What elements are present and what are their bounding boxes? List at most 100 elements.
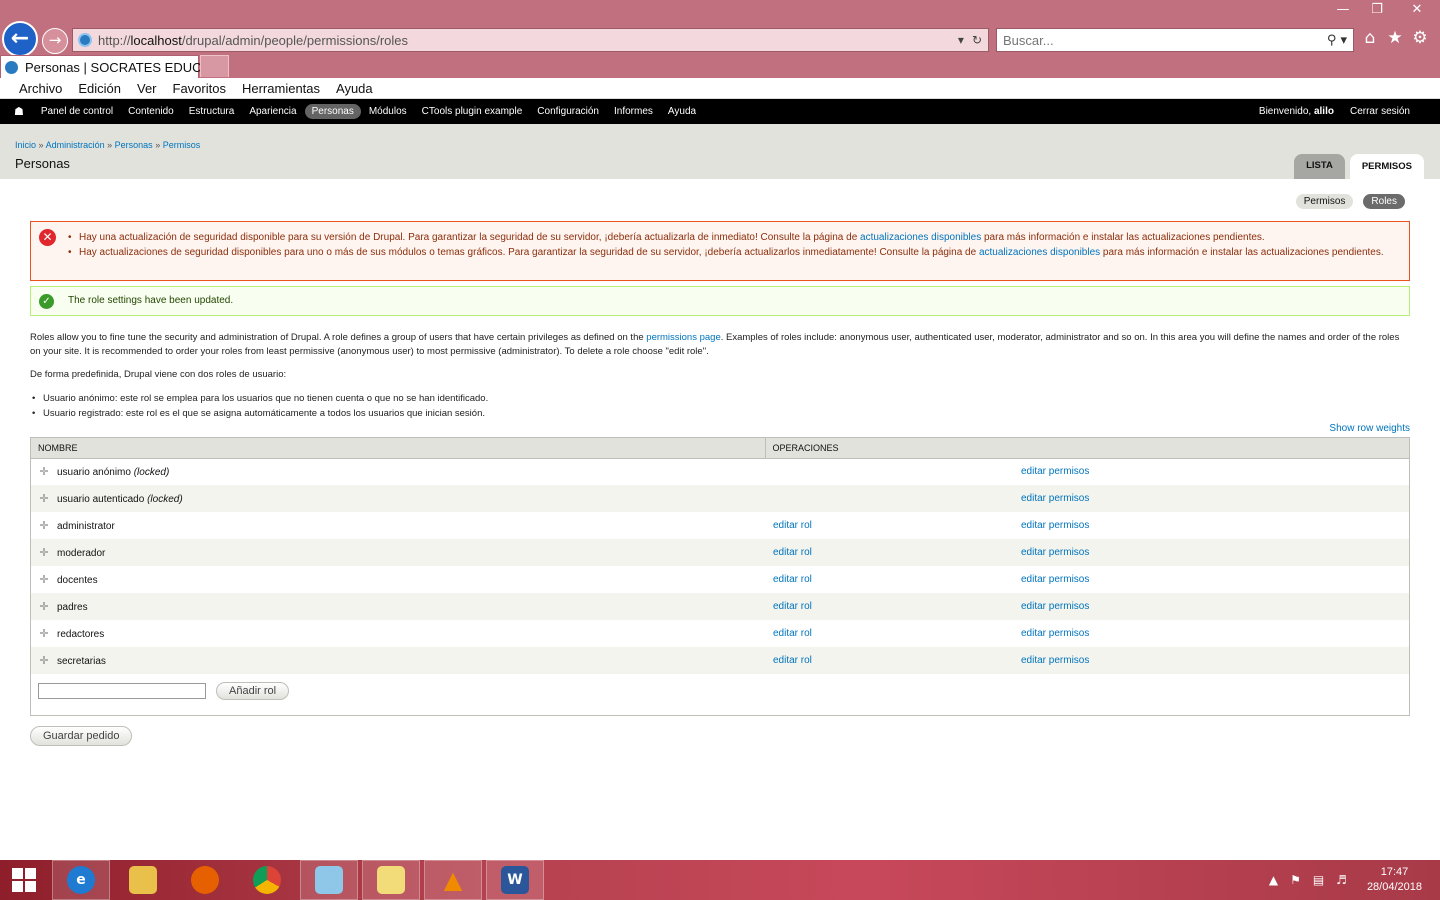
edit-permissions-link[interactable]: editar permisos — [1021, 493, 1089, 504]
minimize-icon[interactable]: — — [1326, 0, 1360, 20]
address-bar[interactable]: http://localhost/drupal/admin/people/per… — [72, 28, 989, 52]
logout-link[interactable]: Cerrar sesión — [1350, 106, 1410, 117]
subtab-roles[interactable]: Roles — [1363, 194, 1405, 209]
address-url[interactable]: http://localhost/drupal/admin/people/per… — [98, 33, 958, 48]
close-window-icon[interactable]: ✕ — [1394, 0, 1440, 20]
menu-favoritos[interactable]: Favoritos — [173, 81, 226, 96]
available-updates-link[interactable]: actualizaciones disponibles — [979, 247, 1100, 258]
toolbar-item-content[interactable]: Contenido — [121, 104, 181, 119]
table-row: ✛ secretarias editar rol editar permisos — [31, 647, 1409, 674]
edit-permissions-link[interactable]: editar permisos — [1021, 466, 1089, 477]
edit-role-link[interactable]: editar rol — [773, 547, 812, 558]
role-name-cell: ✛ padres — [31, 593, 765, 620]
windows-logo-icon — [12, 868, 36, 892]
toolbar-item-appearance[interactable]: Apariencia — [242, 104, 303, 119]
menu-archivo[interactable]: Archivo — [19, 81, 62, 96]
toolbar-home-icon[interactable]: ☗ — [14, 105, 24, 118]
permissions-page-link[interactable]: permissions page — [646, 332, 720, 343]
start-button[interactable] — [0, 860, 48, 900]
network-icon[interactable]: ▤ — [1313, 873, 1324, 887]
admin-toolbar: ☗ Panel de control Contenido Estructura … — [0, 99, 1440, 124]
edit-role-link[interactable]: editar rol — [773, 574, 812, 585]
refresh-icon[interactable]: ↻ — [972, 33, 982, 47]
show-row-weights-link[interactable]: Show row weights — [1329, 423, 1410, 434]
search-input[interactable] — [1003, 32, 1321, 48]
drag-handle-icon[interactable]: ✛ — [39, 465, 49, 478]
breadcrumb-permisos[interactable]: Permisos — [163, 140, 201, 150]
restore-icon[interactable]: ❐ — [1360, 0, 1394, 20]
menu-ver[interactable]: Ver — [137, 81, 157, 96]
primary-tabs: LISTA PERMISOS — [1294, 154, 1424, 179]
drag-handle-icon[interactable]: ✛ — [39, 546, 49, 559]
show-hidden-icons-icon[interactable]: ▲ — [1269, 873, 1278, 887]
tab-lista[interactable]: LISTA — [1294, 154, 1345, 179]
new-role-name-input[interactable] — [38, 683, 206, 699]
favorites-star-icon[interactable]: ★ — [1387, 28, 1403, 48]
save-order-button[interactable]: Guardar pedido — [30, 726, 133, 746]
drag-handle-icon[interactable]: ✛ — [39, 600, 49, 613]
toolbar-item-modules[interactable]: Módulos — [362, 104, 414, 119]
edit-permissions-link[interactable]: editar permisos — [1021, 547, 1089, 558]
clock[interactable]: 17:47 28/04/2018 — [1367, 865, 1422, 895]
search-icon[interactable]: ⚲ ▾ — [1321, 33, 1353, 48]
dropdown-icon[interactable]: ▾ — [958, 33, 964, 47]
table-row: ✛ moderador editar rol editar permisos — [31, 539, 1409, 566]
drag-handle-icon[interactable]: ✛ — [39, 627, 49, 640]
help-text: Roles allow you to fine tune the securit… — [30, 332, 1400, 357]
taskbar-folder[interactable] — [362, 860, 420, 900]
edit-permissions-link[interactable]: editar permisos — [1021, 574, 1089, 585]
toolbar-item-reports[interactable]: Informes — [607, 104, 660, 119]
status-text: The role settings have been updated. — [68, 295, 234, 306]
available-updates-link[interactable]: actualizaciones disponibles — [860, 232, 981, 243]
edit-permissions-link[interactable]: editar permisos — [1021, 520, 1089, 531]
back-button[interactable]: ← — [2, 21, 38, 57]
role-name-cell: ✛ docentes — [31, 566, 765, 593]
taskbar-vlc[interactable]: ▲ — [424, 860, 482, 900]
menu-herramientas[interactable]: Herramientas — [242, 81, 320, 96]
edit-role-link[interactable]: editar rol — [773, 601, 812, 612]
taskbar-chrome[interactable] — [238, 860, 296, 900]
breadcrumb-inicio[interactable]: Inicio — [15, 140, 36, 150]
toolbar-item-people[interactable]: Personas — [304, 104, 361, 119]
breadcrumb-personas[interactable]: Personas — [115, 140, 153, 150]
toolbar-item-dashboard[interactable]: Panel de control — [34, 104, 120, 119]
toolbar-item-structure[interactable]: Estructura — [182, 104, 242, 119]
search-box[interactable]: ⚲ ▾ — [996, 28, 1354, 52]
tab-permisos[interactable]: PERMISOS — [1349, 154, 1424, 179]
breadcrumb-administracion[interactable]: Administración — [46, 140, 105, 150]
home-icon[interactable]: ⌂ — [1362, 28, 1378, 48]
action-center-flag-icon[interactable]: ⚑ — [1290, 873, 1301, 887]
taskbar-explorer[interactable] — [114, 860, 172, 900]
edit-permissions-link[interactable]: editar permisos — [1021, 601, 1089, 612]
toolbar-item-help[interactable]: Ayuda — [661, 104, 703, 119]
forward-button[interactable]: → — [42, 28, 68, 54]
add-role-button[interactable]: Añadir rol — [216, 682, 290, 700]
username-link[interactable]: alilo — [1314, 106, 1334, 117]
toolbar-item-ctools[interactable]: CTools plugin example — [415, 104, 530, 119]
toolbar-item-configuration[interactable]: Configuración — [530, 104, 606, 119]
menu-edicion[interactable]: Edición — [78, 81, 121, 96]
checkmark-icon: ✓ — [39, 294, 54, 309]
taskbar-word[interactable]: W — [486, 860, 544, 900]
edit-role-cell: editar rol — [765, 593, 1021, 620]
drag-handle-icon[interactable]: ✛ — [39, 654, 49, 667]
browser-tab[interactable]: Personas | SOCRATES EDUCA ✕ — [0, 55, 222, 78]
edit-role-link[interactable]: editar rol — [773, 520, 812, 531]
edit-role-cell: editar rol — [765, 566, 1021, 593]
role-name: usuario anónimo — [57, 467, 131, 479]
menu-ayuda[interactable]: Ayuda — [336, 81, 373, 96]
taskbar-ie[interactable]: e — [52, 860, 110, 900]
edit-permissions-link[interactable]: editar permisos — [1021, 628, 1089, 639]
new-tab-button[interactable] — [200, 55, 229, 77]
edit-permissions-link[interactable]: editar permisos — [1021, 655, 1089, 666]
drag-handle-icon[interactable]: ✛ — [39, 492, 49, 505]
taskbar-notepad[interactable] — [300, 860, 358, 900]
settings-gear-icon[interactable]: ⚙ — [1412, 28, 1428, 48]
drag-handle-icon[interactable]: ✛ — [39, 573, 49, 586]
volume-icon[interactable]: ♬ — [1336, 873, 1347, 887]
subtab-permisos[interactable]: Permisos — [1295, 194, 1354, 209]
edit-role-link[interactable]: editar rol — [773, 655, 812, 666]
drag-handle-icon[interactable]: ✛ — [39, 519, 49, 532]
taskbar-firefox[interactable] — [176, 860, 234, 900]
edit-role-link[interactable]: editar rol — [773, 628, 812, 639]
